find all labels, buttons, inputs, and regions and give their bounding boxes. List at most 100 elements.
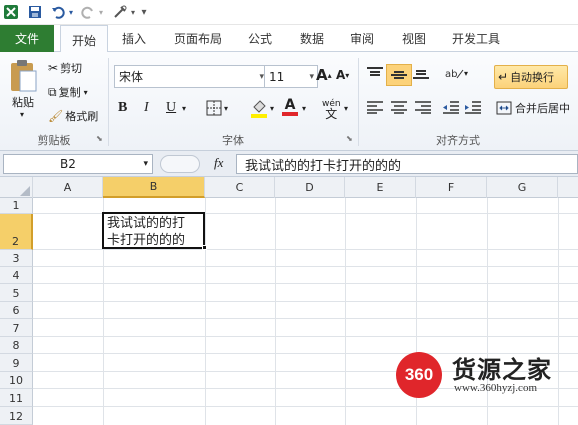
underline-button[interactable]: U [166,100,176,116]
save-icon[interactable] [26,3,44,21]
paste-icon[interactable] [6,58,40,94]
align-bottom-button[interactable] [412,66,430,80]
fill-color-button[interactable]: ▾ [250,98,274,118]
row-header-9[interactable]: 9 [0,354,33,372]
align-middle-icon [391,71,407,79]
tab-home[interactable]: 开始 [60,25,108,54]
row-header-1[interactable]: 1 [0,198,33,214]
paste-button[interactable]: 粘贴 [12,94,34,110]
grow-font-button[interactable]: A ▴ [316,66,332,84]
tab-insert[interactable]: 插入 [122,25,146,52]
tab-formulas[interactable]: 公式 [248,25,272,52]
redo-dropdown-icon[interactable]: ▾ [97,3,105,21]
orientation-dropdown-icon: ▾ [464,68,469,78]
font-color-swatch [282,112,298,116]
column-header-c[interactable]: C [205,177,275,198]
fill-handle[interactable] [202,245,207,250]
borders-button[interactable]: ▾ [206,100,228,116]
merge-center-label: 合并后居中 [515,102,570,115]
copy-button[interactable]: ⧉ 复制 ▾ [48,84,88,100]
ribbon: 粘贴 ▾ ✂ 剪切 ⧉ 复制 ▾ 🖌 格式刷 剪贴板 ⬊ 宋体 ▾ 11 ▾ A ▴ A ▾ B… [0,52,578,151]
font-color-button[interactable]: A [282,98,298,116]
undo-dropdown-icon[interactable]: ▾ [67,3,75,21]
bold-button[interactable]: B [118,100,127,116]
customize-qat-icon[interactable]: ▾ [139,3,149,21]
gridline [205,198,206,425]
shrink-font-label: A [336,68,346,82]
italic-button[interactable]: I [144,100,149,116]
select-all-button[interactable] [0,177,33,198]
orientation-button[interactable]: ab ▾ [444,66,469,81]
align-right-button[interactable] [414,100,432,114]
font-name-select[interactable]: 宋体 ▾ [114,65,268,88]
column-header-b[interactable]: B [103,177,205,198]
caret-down-icon: ▾ [345,70,350,80]
row-header-6[interactable]: 6 [0,302,33,319]
active-cell-b2[interactable]: 我试试的的打 卡打开的的的 [102,212,205,249]
tools-icon[interactable] [112,3,128,21]
tab-review[interactable]: 审阅 [350,25,374,52]
align-left-icon [367,101,383,114]
increase-indent-button[interactable] [464,100,482,114]
ribbon-tabs: 文件 开始 插入 页面布局 公式 数据 审阅 视图 开发工具 [0,25,578,54]
row-header-12[interactable]: 12 [0,407,33,425]
row-header-10[interactable]: 10 [0,372,33,389]
copy-dropdown-icon[interactable]: ▾ [84,88,88,97]
underline-dropdown-icon[interactable]: ▾ [182,104,186,113]
redo-icon[interactable] [80,3,96,21]
align-top-button[interactable] [366,66,384,80]
row-header-2[interactable]: 2 [0,214,33,250]
align-middle-button[interactable] [386,64,412,86]
formula-input[interactable]: 我试试的的打卡打开的的的 [236,154,578,174]
column-header-a[interactable]: A [33,177,103,198]
tab-file[interactable]: 文件 [0,25,54,52]
decrease-indent-icon [443,101,459,114]
formula-bar-splitter[interactable] [160,155,200,173]
wrap-text-icon: ↵ [498,70,509,84]
row-header-3[interactable]: 3 [0,250,33,267]
scissors-icon: ✂ [48,61,59,75]
align-left-button[interactable] [366,100,384,114]
row-header-8[interactable]: 8 [0,337,33,354]
phonetic-button[interactable]: wén 文 [322,99,341,120]
shrink-font-button[interactable]: A ▾ [336,68,349,82]
format-painter-button[interactable]: 🖌 格式刷 [48,108,98,124]
insert-function-button[interactable]: fx [214,155,223,171]
tab-view[interactable]: 视图 [402,25,426,52]
name-box[interactable]: B2 ▾ [3,154,153,174]
column-header-e[interactable]: E [345,177,416,198]
row-header-7[interactable]: 7 [0,319,33,337]
phonetic-dropdown-icon[interactable]: ▾ [344,104,348,113]
tools-dropdown-icon[interactable]: ▾ [129,3,137,21]
wrap-text-button[interactable]: ↵ 自动换行 [494,65,568,89]
alignment-group-label: 对齐方式 [436,134,480,147]
tab-page-layout[interactable]: 页面布局 [174,25,222,52]
svg-text:ab: ab [445,69,457,80]
clipboard-launcher-icon[interactable]: ⬊ [96,134,103,143]
column-header-g[interactable]: G [487,177,558,198]
formula-bar: B2 ▾ fx 我试试的的打卡打开的的的 [0,151,578,177]
cut-button[interactable]: ✂ 剪切 [48,60,82,76]
undo-icon[interactable] [50,3,66,21]
column-header-d[interactable]: D [275,177,345,198]
font-color-dropdown-icon[interactable]: ▾ [302,104,306,113]
row-header-5[interactable]: 5 [0,284,33,302]
excel-logo-icon [2,3,20,21]
grow-font-label: A [316,66,328,84]
font-launcher-icon[interactable]: ⬊ [346,134,353,143]
tab-developer[interactable]: 开发工具 [452,25,500,52]
align-center-button[interactable] [390,100,408,114]
row-header-4[interactable]: 4 [0,267,33,284]
caret-up-icon: ▴ [327,70,332,80]
borders-dropdown-icon: ▾ [224,103,229,113]
paste-dropdown-icon[interactable]: ▾ [20,110,24,119]
font-size-select[interactable]: 11 ▾ [264,65,318,88]
column-header-f[interactable]: F [416,177,487,198]
tab-data[interactable]: 数据 [300,25,324,52]
column-header-h[interactable] [558,177,578,198]
decrease-indent-button[interactable] [442,100,460,114]
gridline [275,198,276,425]
merge-center-button[interactable]: 合并后居中 [496,100,570,116]
row-header-11[interactable]: 11 [0,389,33,407]
column-headers: A B C D E F G [0,177,578,198]
